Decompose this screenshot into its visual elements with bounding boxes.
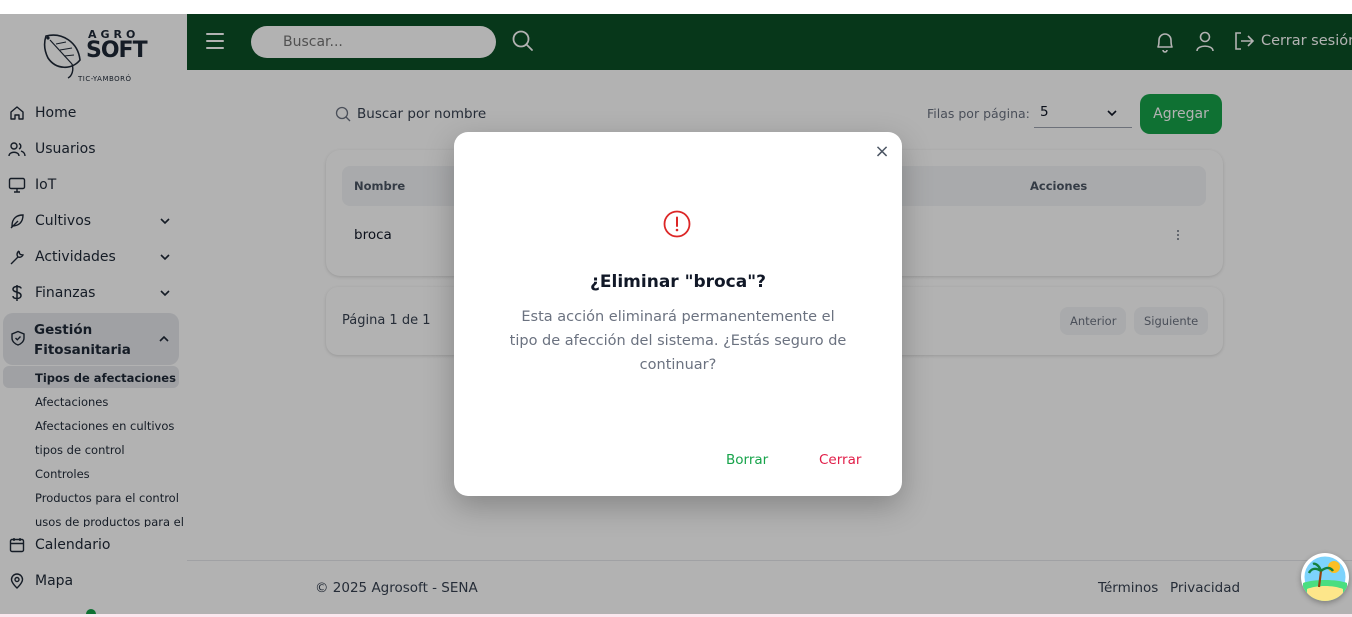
warning-icon — [663, 210, 691, 238]
assistant-avatar-icon[interactable] — [1301, 553, 1349, 601]
cancel-button[interactable]: Cerrar — [814, 450, 866, 470]
close-icon[interactable]: × — [874, 143, 890, 161]
delete-confirm-dialog: × ¿Eliminar "broca"? Esta acción elimina… — [454, 132, 902, 496]
confirm-delete-button[interactable]: Borrar — [720, 450, 774, 470]
dialog-title: ¿Eliminar "broca"? — [590, 272, 766, 292]
dialog-message: Esta acción eliminará permanentemente el… — [509, 309, 847, 373]
top-strip — [0, 0, 1352, 14]
